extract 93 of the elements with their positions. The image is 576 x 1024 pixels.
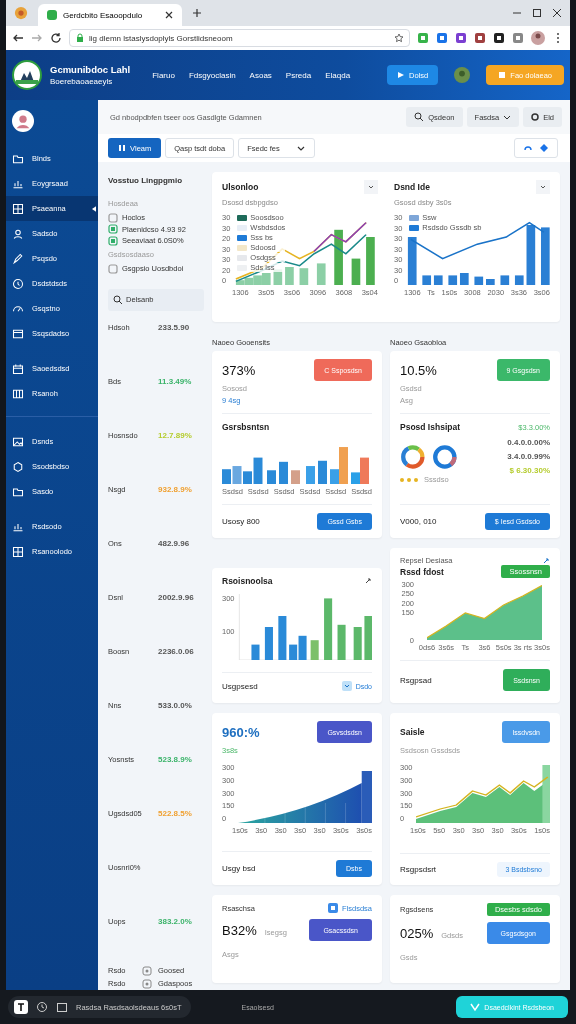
row-value: 523.8.9%	[158, 754, 192, 764]
star-icon[interactable]	[394, 33, 404, 43]
reload-icon[interactable]	[50, 32, 62, 44]
close-icon[interactable]	[164, 10, 174, 20]
avatar-icon	[12, 110, 34, 132]
lock-icon	[46, 9, 58, 21]
box-icon	[142, 978, 152, 989]
play-icon	[397, 71, 406, 79]
browser-logo-icon	[14, 6, 28, 20]
footer-value: Rsgpsad	[400, 675, 432, 685]
back-icon[interactable]	[12, 32, 24, 44]
row-value: 2236.0.06	[158, 646, 194, 656]
footer-value: V000, 010	[400, 517, 437, 526]
footer-value: Usgpsesd	[222, 681, 258, 691]
chart-title: Dsnd Ide	[394, 182, 430, 192]
chevron-icon	[539, 183, 547, 191]
extension-icon[interactable]	[493, 32, 505, 44]
footer-value: Usosy 800	[222, 517, 260, 526]
maximize-icon[interactable]	[532, 8, 542, 18]
footer-value: Usgy bsd	[222, 864, 256, 873]
stat-value: 10.5%	[400, 362, 437, 378]
folder-icon	[12, 152, 24, 165]
avatar-icon[interactable]	[531, 31, 545, 45]
window-icon	[56, 1001, 68, 1013]
browser-tab[interactable]: Gerdcbito Esaoopdulo	[38, 4, 182, 26]
row-value: 2002.9.96	[158, 592, 194, 602]
chart-title: Gsrsbsntsn	[222, 422, 270, 432]
stat-value: 025%	[400, 925, 434, 941]
columns-icon	[12, 387, 24, 400]
user-icon	[12, 227, 24, 240]
address-field[interactable]: lig dlemn lstaslysdoplyls Gorstlidsneoom	[69, 29, 410, 47]
legend-dots-icon	[400, 477, 420, 482]
arc-icon	[523, 143, 533, 153]
row-value: 522.8.5%	[158, 808, 192, 818]
diamond-icon	[539, 143, 549, 153]
pen-icon	[12, 252, 24, 265]
percent-value: 0.4.0.0.00%	[507, 438, 550, 447]
image-icon	[12, 435, 24, 448]
nav-link[interactable]: Elaqda	[325, 70, 351, 80]
row-value: 12.7.89%	[158, 430, 192, 440]
chart-title: Psosd Ishsipat	[400, 422, 460, 432]
row-value: 11.3.49%	[158, 376, 192, 386]
row-value: 533.0.0%	[158, 700, 192, 710]
chart-title: Rsoisnoolsa	[222, 576, 273, 586]
grid-icon	[12, 545, 24, 558]
nav-link[interactable]: Fdsgyoclasin	[188, 70, 236, 80]
chart-title: Rssd fdost	[400, 566, 444, 577]
row-value: 932.8.9%	[158, 484, 192, 494]
pause-icon	[118, 144, 126, 152]
history-icon	[36, 1001, 48, 1013]
extension-icon[interactable]	[455, 32, 467, 44]
logo-icon	[12, 60, 42, 90]
nav-link[interactable]: Flaruo	[152, 70, 175, 80]
percent-value: 3.4.0.0.99%	[507, 452, 550, 461]
calendar-icon	[12, 362, 24, 375]
chart-title: Ulsonloo	[222, 182, 259, 192]
expand-icon[interactable]	[364, 577, 372, 585]
grid-icon	[12, 202, 24, 215]
footer-value: Rsgpsdsrt	[400, 865, 436, 874]
stat-value: 960:%	[222, 724, 260, 740]
new-tab-icon[interactable]	[192, 8, 202, 18]
nav-link[interactable]: Psreda	[285, 70, 312, 80]
nav-link[interactable]: Asoas	[249, 70, 272, 80]
stat-value: B32%	[222, 922, 257, 938]
lock-icon	[75, 33, 85, 43]
expand-icon[interactable]	[542, 556, 550, 565]
percent-value: $ 6.30.30%	[509, 466, 550, 475]
row-value: 482.9.96	[158, 538, 190, 548]
badge-icon	[12, 460, 24, 473]
search-icon	[113, 294, 123, 305]
square-icon	[498, 71, 507, 79]
icon-button[interactable]	[514, 138, 558, 158]
close-icon[interactable]	[552, 8, 562, 18]
folder-icon	[12, 485, 24, 498]
stat-value: 373%	[222, 362, 256, 378]
app-title: Gcmunibdoc Lahl	[50, 64, 131, 75]
clock-icon	[12, 277, 24, 290]
extension-icon[interactable]	[474, 32, 486, 44]
circle-icon	[531, 113, 540, 121]
row-value: 383.2.0%	[158, 916, 192, 926]
row-value: 233.5.90	[158, 322, 190, 332]
chevron-icon	[503, 113, 512, 121]
chevron-icon	[367, 183, 375, 191]
chevron-icon	[341, 681, 352, 691]
window-icon	[12, 327, 24, 340]
box-icon	[142, 965, 152, 976]
panel-title: Vosstuo Lingpgmio	[108, 176, 184, 185]
app-subtitle: Boerebaoaeaeyls	[50, 77, 114, 86]
square-icon	[328, 903, 338, 913]
chart-title: Saisle	[400, 727, 425, 737]
search-icon	[414, 112, 425, 122]
check-icon	[470, 1002, 481, 1012]
caret-icon	[92, 205, 96, 212]
